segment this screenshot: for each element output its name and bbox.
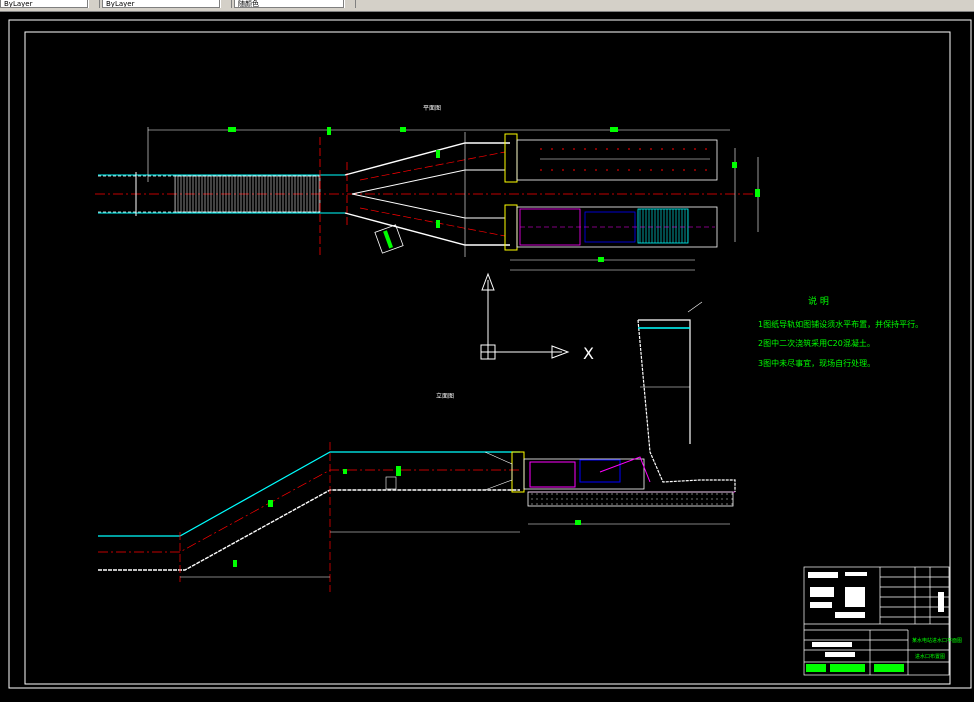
trash-rack-hatch — [174, 175, 321, 213]
notes-block: 说 明 1图纸导轨如图铺设须水平布置，并保持平行。 2图中二次浇筑采用C20混凝… — [758, 295, 923, 368]
layer-combo-dropdown-button[interactable] — [88, 0, 100, 8]
ucs-x-label: X — [583, 344, 594, 363]
lineweight-combo[interactable]: 随颜色 — [234, 0, 344, 8]
upper-gate-chamber — [516, 139, 718, 181]
note-3: 3图中未尽事宜，现场自行处理。 — [758, 358, 875, 368]
drawing-canvas[interactable]: 平面图 X 立面图 说 明 1图纸导轨如图铺设须水平布置，并保持平行。 2图中二… — [0, 12, 974, 698]
note-2: 2图中二次浇筑采用C20混凝土。 — [758, 338, 875, 348]
linetype-combo[interactable]: ByLayer — [102, 0, 220, 8]
lineweight-combo-dropdown-button[interactable] — [344, 0, 356, 8]
title-block-sub: 进水口布置图 — [915, 653, 945, 660]
ucs-icon — [480, 272, 570, 360]
elevation-view-title: 立面图 — [436, 392, 454, 400]
linetype-combo-dropdown-button[interactable] — [220, 0, 232, 8]
notes-title: 说 明 — [808, 295, 829, 307]
plan-view-title: 平面图 — [423, 105, 441, 112]
cad-drawing: 平面图 X 立面图 说 明 1图纸导轨如图铺设须水平布置，并保持平行。 2图中二… — [8, 19, 972, 689]
plan-view: 平面图 — [95, 105, 760, 271]
note-1: 1图纸导轨如图铺设须水平布置，并保持平行。 — [758, 319, 923, 329]
properties-toolbar: ByLayer ByLayer 随颜色 — [0, 0, 974, 12]
title-block-name: 某水电站进水口平面图 — [912, 637, 962, 644]
layer-combo[interactable]: ByLayer — [0, 0, 88, 8]
elevation-view: 立面图 — [98, 301, 736, 592]
